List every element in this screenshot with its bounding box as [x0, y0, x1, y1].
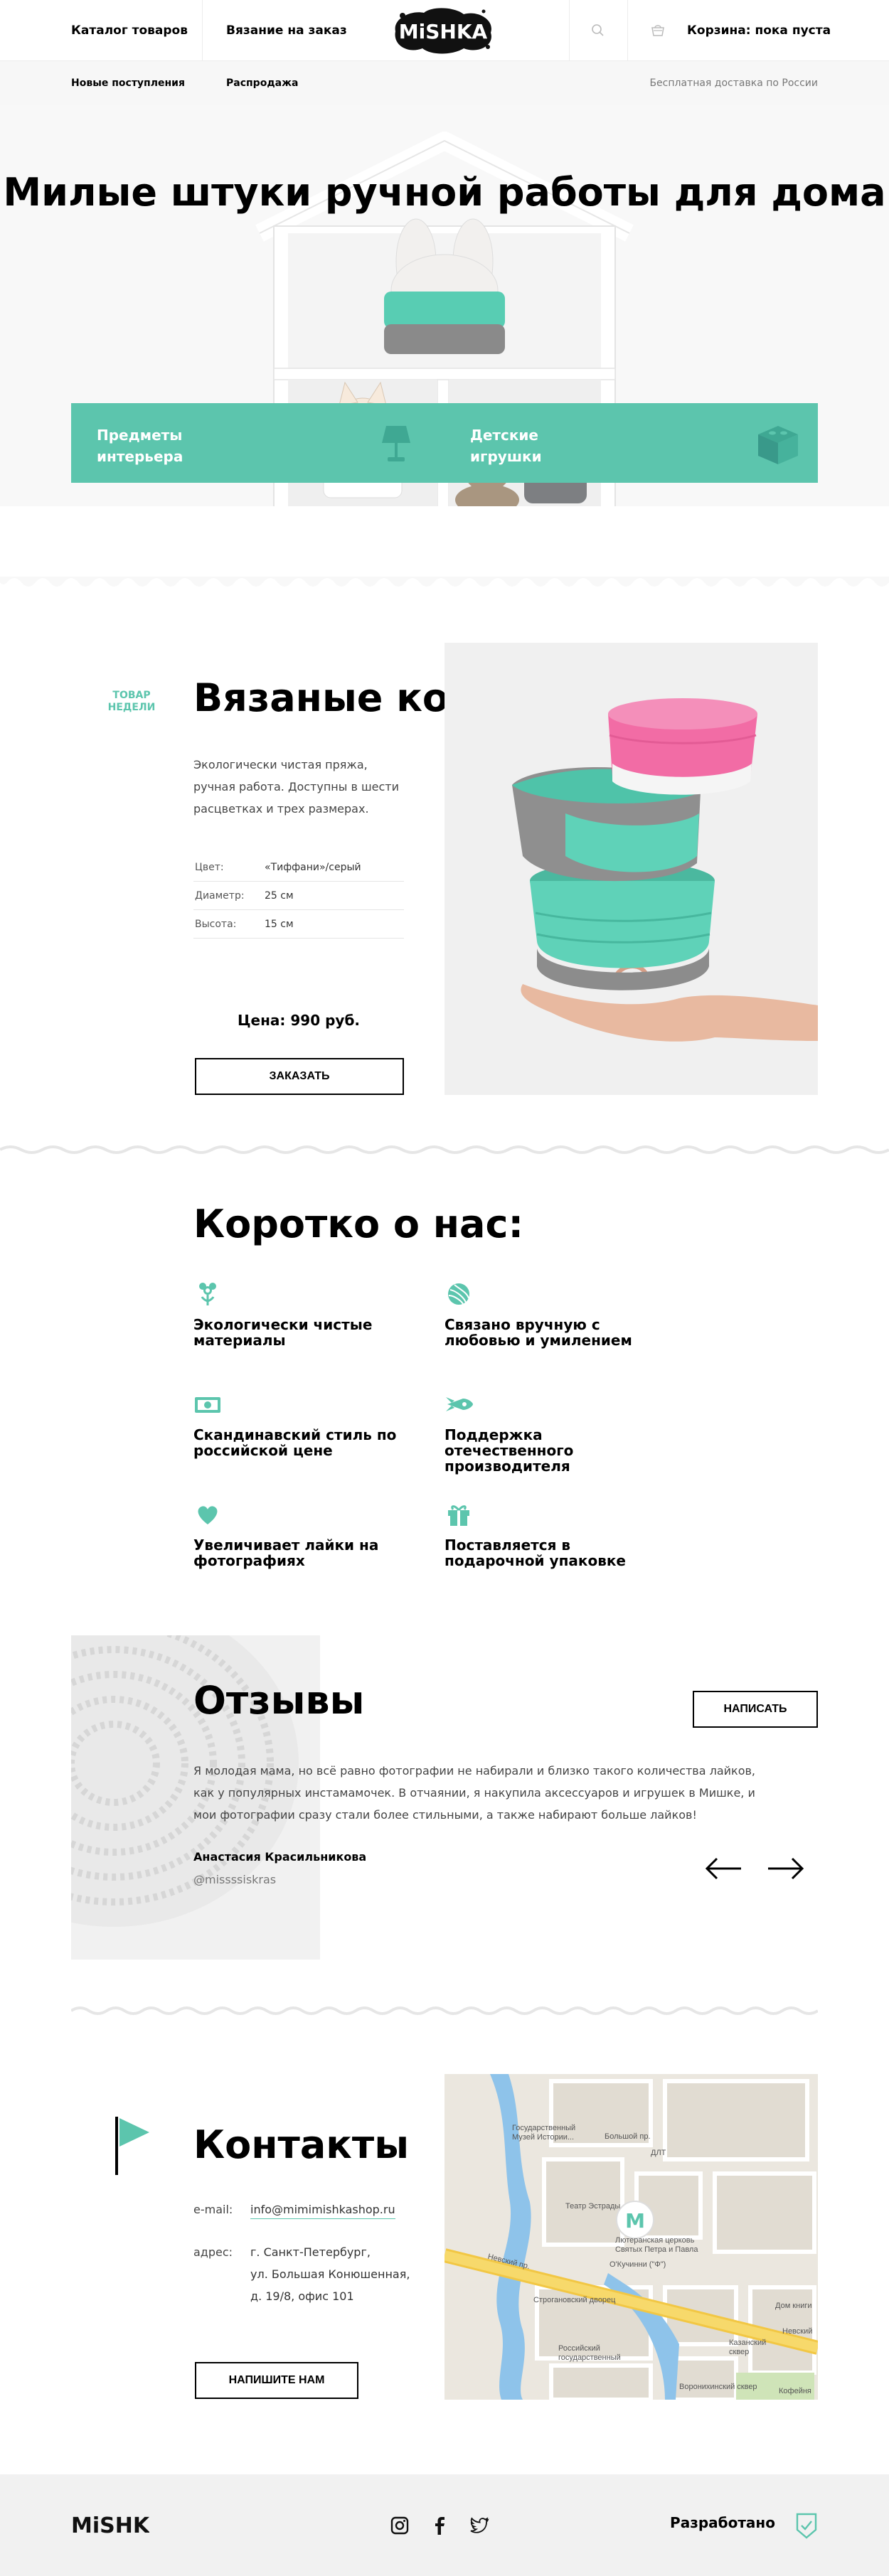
hero-title: Милые штуки ручной работы для дома [3, 170, 886, 215]
logo[interactable]: MiSHKA [390, 4, 496, 57]
review-text: Я молодая мама, но всё равно фотографии … [193, 1764, 755, 1822]
address-label: адрес: [193, 2245, 233, 2259]
footer-logo[interactable]: MiSHKA [71, 2510, 149, 2540]
nav-knitting-link[interactable]: Вязание на заказ [226, 0, 347, 61]
reviews-title: Отзывы [193, 1678, 365, 1723]
arrow-left-icon[interactable] [704, 1856, 744, 1881]
promo-interior-card[interactable]: Предметы интерьера [71, 403, 445, 483]
map-label: Российский государственный [558, 2344, 621, 2362]
write-review-button[interactable]: НАПИСАТЬ [693, 1691, 818, 1728]
eco-flower-icon [199, 1283, 216, 1305]
spec-value: «Тиффани»/серый [265, 862, 361, 873]
yarn-ball-icon [448, 1283, 469, 1305]
wave-divider [71, 2006, 818, 2015]
spec-key: Цвет: [195, 862, 224, 873]
map-label: Большой пр. [605, 2132, 651, 2141]
address-line: ул. Большая Конюшенная, [250, 2267, 410, 2281]
map-label: Дом книги [775, 2302, 812, 2310]
cart-link[interactable]: Корзина: пока пуста [687, 0, 831, 61]
footer-logo-text: MiSHKA [71, 2513, 149, 2538]
spec-key: Высота: [195, 919, 237, 930]
site-header: Каталог товаров Вязание на заказ MiSHKA … [0, 0, 889, 61]
header-divider [202, 0, 203, 61]
wave-divider [0, 577, 889, 587]
instagram-icon[interactable] [390, 2516, 410, 2535]
contacts-title: Контакты [193, 2122, 410, 2167]
free-delivery-note: Бесплатная доставка по России [649, 78, 818, 89]
arrow-right-icon[interactable] [765, 1856, 805, 1881]
map-label: Лютеранская церковь Святых Петра и Павла [615, 2236, 698, 2254]
header-divider [627, 0, 628, 61]
promo-toys-card[interactable]: Детские игрушки [445, 403, 818, 483]
search-icon[interactable] [589, 21, 607, 40]
sale-link[interactable]: Распродажа [226, 61, 298, 105]
spec-row: Высота: 15 см [193, 910, 404, 939]
site-footer: MiSHKA Разработано [0, 2474, 889, 2576]
address-line: д. 19/8, офис 101 [250, 2289, 354, 2303]
heart-icon [198, 1506, 218, 1524]
feature-text: Экологически чистые материалы [193, 1316, 373, 1349]
header-divider [569, 0, 570, 61]
spec-value: 15 см [265, 919, 294, 930]
facebook-icon[interactable] [430, 2516, 449, 2535]
write-us-button[interactable]: НАПИШИТЕ НАМ [195, 2362, 358, 2399]
address-line: г. Санкт-Петербург, [250, 2245, 371, 2259]
sub-navigation: Новые поступления Распродажа Бесплатная … [0, 61, 889, 105]
promo-label: Детские игрушки [470, 427, 542, 465]
map-label: Кофейня [779, 2387, 811, 2395]
feature-text: Увеличивает лайки на фотографиях [193, 1536, 379, 1569]
reviewer-handle: @missssiskras [193, 1873, 277, 1886]
product-image [445, 643, 818, 1095]
feature-text: Поставляется в подарочной упаковке [445, 1536, 626, 1569]
spec-key: Диаметр: [195, 890, 245, 902]
email-link[interactable]: info@mimimishkashop.ru [250, 2203, 395, 2219]
email-label: e-mail: [193, 2203, 233, 2216]
feature-text: Поддержка отечественного производителя [445, 1426, 574, 1475]
flag-icon [115, 2117, 149, 2175]
map-label: Строгановский дворец [533, 2296, 616, 2304]
rocket-icon [446, 1397, 473, 1411]
contacts-map[interactable]: M Государственный Музей Истории... Больш… [445, 2074, 818, 2400]
spec-value: 25 см [265, 890, 294, 902]
address-value: г. Санкт-Петербург, ул. Большая Конюшенн… [250, 2241, 410, 2307]
map-label: Театр Эстрады [565, 2202, 621, 2211]
logo-text: MiSHKA [399, 20, 488, 43]
map-label: Воронихинский сквер [679, 2383, 757, 2391]
spec-row: Диаметр: 25 см [193, 882, 404, 910]
promo-categories: Предметы интерьера Детские игрушки [71, 403, 818, 483]
spec-row: Цвет: «Тиффани»/серый [193, 853, 404, 882]
map-label: О'Кучинни ("Ф") [609, 2260, 666, 2269]
money-icon [195, 1397, 220, 1413]
toy-block-icon [758, 426, 798, 464]
map-label: Государственный Музей Истории... [512, 2124, 576, 2142]
developer-badge-icon[interactable] [795, 2511, 818, 2540]
map-marker-letter: M [625, 2209, 645, 2233]
reviewer-name: Анастасия Красильникова [193, 1850, 367, 1864]
new-arrivals-link[interactable]: Новые поступления [71, 61, 185, 105]
order-button[interactable]: ЗАКАЗАТЬ [195, 1058, 404, 1095]
product-price: Цена: 990 руб. [237, 1012, 361, 1029]
product-description: Экологически чистая пряжа, ручная работа… [193, 758, 399, 816]
feature-text: Скандинавский стиль по российской цене [193, 1426, 397, 1459]
map-label: Невский [782, 2327, 813, 2336]
cart-icon[interactable] [649, 21, 667, 40]
product-of-week-badge: ТОВАР НЕДЕЛИ [107, 690, 156, 713]
email-value[interactable]: info@mimimishkashop.ru [250, 2198, 395, 2220]
lamp-icon [382, 426, 410, 461]
map-label: Казанский сквер [729, 2339, 767, 2356]
wave-divider [0, 1145, 889, 1154]
about-title: Коротко о нас: [193, 1202, 524, 1246]
promo-label: Предметы интерьера [97, 427, 183, 465]
gift-icon [448, 1505, 469, 1526]
knitted-baskets-illustration [512, 698, 818, 1042]
twitter-icon[interactable] [469, 2516, 489, 2535]
nav-catalog-link[interactable]: Каталог товаров [71, 0, 188, 61]
made-by-label: Разработано [670, 2514, 775, 2531]
map-label: ДЛТ [651, 2149, 666, 2157]
feature-text: Связано вручную с любовью и умилением [445, 1316, 632, 1349]
